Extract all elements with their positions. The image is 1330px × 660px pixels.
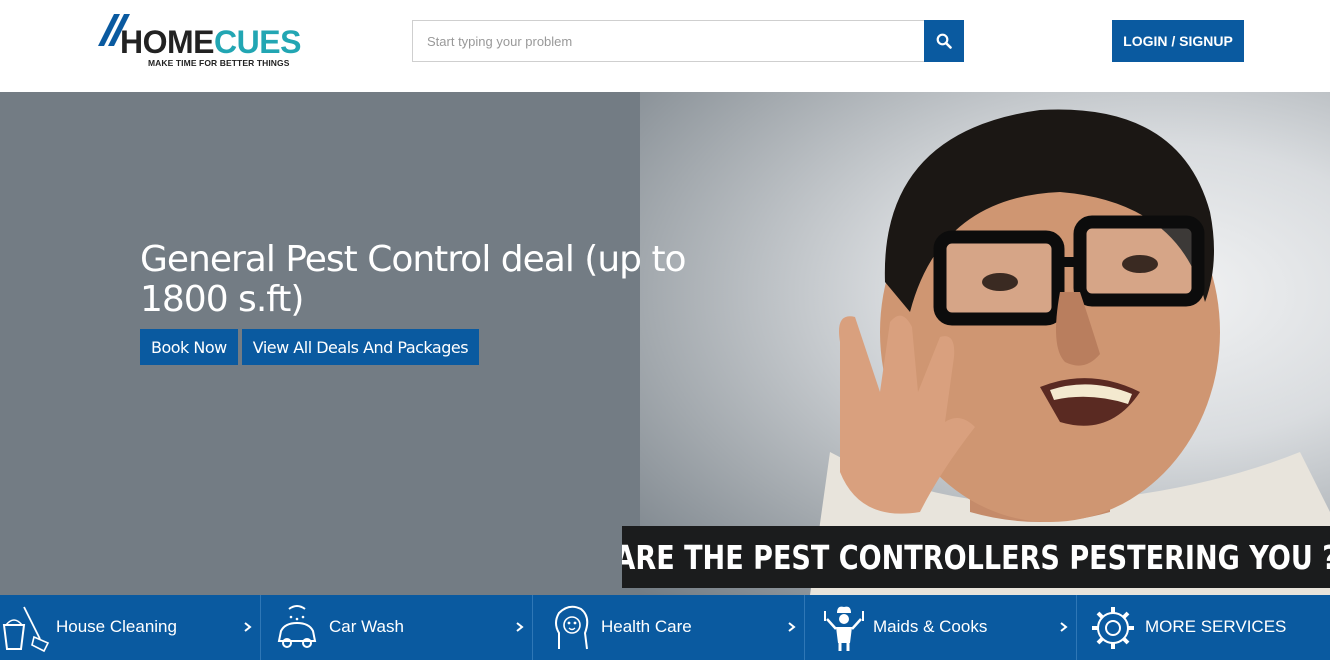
banner-text: ARE THE PEST CONTROLLERS PESTERING YOU ? — [622, 537, 1330, 577]
car-wash-icon — [277, 605, 317, 648]
view-deals-button[interactable]: View All Deals And Packages — [241, 329, 480, 365]
service-label: Health Care — [601, 617, 692, 636]
service-label: Maids & Cooks — [873, 617, 988, 636]
logo-wordmark: HOMECUES — [120, 26, 301, 58]
service-car-wash[interactable]: Car Wash — [261, 595, 533, 660]
login-signup-button[interactable]: LOGIN / SIGNUP — [1112, 20, 1244, 62]
search-button[interactable] — [924, 20, 964, 62]
hero-actions: Book Now View All Deals And Packages — [140, 329, 480, 365]
chevron-right-icon — [244, 622, 252, 632]
hero-photo — [640, 92, 1330, 595]
search-bar — [412, 20, 964, 62]
services-bar: House Cleaning Car Wash Health Care Maid… — [0, 595, 1330, 660]
bucket-broom-icon — [2, 606, 50, 653]
hero-banner: General Pest Control deal (up to 1800 s.… — [0, 92, 1330, 595]
gear-icon — [1092, 607, 1134, 649]
health-care-icon — [555, 605, 589, 650]
service-house-cleaning[interactable]: House Cleaning — [0, 595, 261, 660]
service-more-services[interactable]: MORE SERVICES — [1077, 595, 1330, 660]
chevron-right-icon — [788, 622, 796, 632]
homecues-logo[interactable]: HOMECUES MAKE TIME FOR BETTER THINGS — [98, 12, 328, 70]
search-input[interactable] — [412, 20, 924, 62]
man-whispering-illustration — [810, 109, 1330, 595]
service-health-care[interactable]: Health Care — [533, 595, 805, 660]
service-maids-cooks[interactable]: Maids & Cooks — [805, 595, 1077, 660]
chevron-right-icon — [1060, 622, 1068, 632]
logo-home-text: HOME — [120, 24, 215, 60]
service-label: MORE SERVICES — [1145, 617, 1287, 636]
chef-icon — [824, 606, 864, 651]
site-header: HOMECUES MAKE TIME FOR BETTER THINGS LOG… — [0, 0, 1330, 92]
service-label: Car Wash — [329, 617, 404, 636]
logo-cues-text: CUES — [214, 24, 301, 60]
chevron-right-icon — [516, 622, 524, 632]
book-now-button[interactable]: Book Now — [140, 329, 238, 365]
hero-tagline-banner: ARE THE PEST CONTROLLERS PESTERING YOU ? — [622, 526, 1330, 588]
service-label: House Cleaning — [56, 617, 177, 636]
hero-title: General Pest Control deal (up to 1800 s.… — [140, 239, 687, 320]
search-icon — [936, 33, 952, 49]
logo-tagline: MAKE TIME FOR BETTER THINGS — [148, 58, 290, 68]
